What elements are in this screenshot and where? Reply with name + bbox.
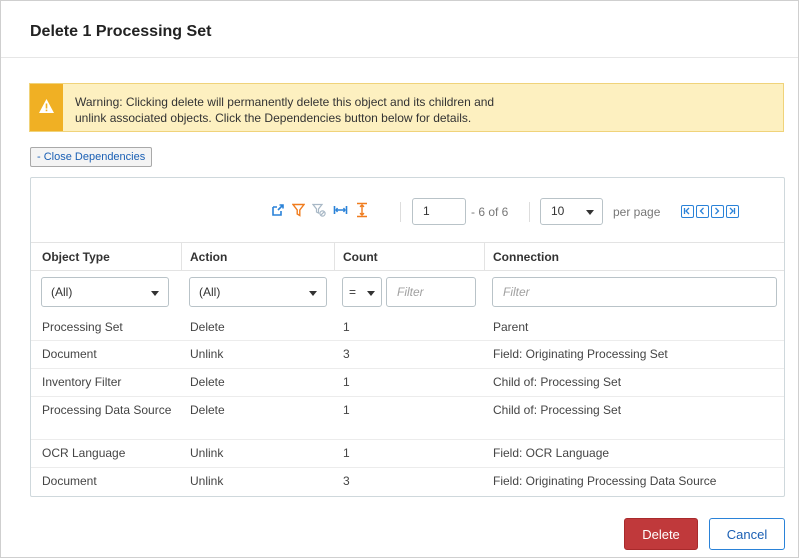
chevron-down-icon xyxy=(367,291,375,296)
warning-text: Warning: Clicking delete will permanentl… xyxy=(75,94,775,126)
title-divider xyxy=(1,57,798,58)
toolbar-divider xyxy=(529,202,530,222)
close-dependencies-button[interactable]: - Close Dependencies xyxy=(30,147,153,167)
cell-connection: Field: Originating Processing Set xyxy=(493,347,668,361)
cell-object-type: OCR Language xyxy=(42,446,126,460)
table-row[interactable]: Document Unlink 3 Field: Originating Pro… xyxy=(31,341,784,369)
chevron-down-icon xyxy=(151,291,159,296)
cell-connection: Field: Originating Processing Data Sourc… xyxy=(493,474,717,488)
warning-icon xyxy=(30,84,63,131)
per-page-select[interactable]: 10 xyxy=(540,198,603,225)
cell-count: 1 xyxy=(343,320,350,334)
dependencies-panel: 1 - 6 of 6 10 per page Object Type Actio… xyxy=(30,177,785,497)
filter-icon[interactable] xyxy=(291,203,306,220)
delete-dialog: Delete 1 Processing Set Warning: Clickin… xyxy=(0,0,799,558)
cell-connection: Child of: Processing Set xyxy=(493,403,622,417)
cell-action: Delete xyxy=(190,375,225,389)
cell-action: Delete xyxy=(190,320,225,334)
table-row[interactable]: Processing Set Delete 1 Parent xyxy=(31,314,784,341)
warning-line-1: Warning: Clicking delete will permanentl… xyxy=(75,95,495,109)
cell-count: 1 xyxy=(343,446,350,460)
warning-banner: Warning: Clicking delete will permanentl… xyxy=(29,83,784,132)
per-page-label: per page xyxy=(613,205,661,219)
cell-object-type: Inventory Filter xyxy=(42,375,122,389)
cell-object-type: Processing Data Source xyxy=(42,403,172,417)
column-header-count[interactable]: Count xyxy=(343,250,378,264)
delete-button[interactable]: Delete xyxy=(624,518,698,550)
page-number-input[interactable]: 1 xyxy=(412,198,466,225)
table-body: Processing Set Delete 1 Parent Document … xyxy=(31,314,784,496)
connection-filter-input[interactable]: Filter xyxy=(492,277,777,307)
dialog-title: Delete 1 Processing Set xyxy=(30,23,212,40)
toolbar-divider xyxy=(400,202,401,222)
table-row[interactable]: OCR Language Unlink 1 Field: OCR Languag… xyxy=(31,440,784,468)
column-divider xyxy=(334,242,335,271)
action-filter-select[interactable]: (All) xyxy=(189,277,327,307)
cell-count: 3 xyxy=(343,474,350,488)
cell-connection: Child of: Processing Set xyxy=(493,375,622,389)
pager xyxy=(681,205,739,218)
cell-count: 1 xyxy=(343,403,350,417)
column-header-action[interactable]: Action xyxy=(190,250,227,264)
table-row[interactable]: Document Unlink 3 Field: Originating Pro… xyxy=(31,468,784,496)
clear-filter-icon[interactable] xyxy=(311,203,326,220)
count-operator-value: = xyxy=(349,285,357,299)
count-filter-input[interactable]: Filter xyxy=(386,277,476,307)
fit-columns-icon[interactable] xyxy=(333,203,348,220)
chevron-down-icon xyxy=(586,210,594,215)
first-page-icon[interactable] xyxy=(681,205,694,218)
table-header: Object Type Action Count Connection xyxy=(31,242,784,271)
cell-connection: Parent xyxy=(493,320,529,334)
cell-action: Unlink xyxy=(190,446,224,460)
column-header-connection[interactable]: Connection xyxy=(493,250,559,264)
warning-line-2: unlink associated objects. Click the Dep… xyxy=(75,111,472,125)
cell-object-type: Document xyxy=(42,347,97,361)
previous-page-icon[interactable] xyxy=(696,205,709,218)
column-header-object-type[interactable]: Object Type xyxy=(42,250,110,264)
fit-rows-icon[interactable] xyxy=(355,202,369,221)
per-page-value: 10 xyxy=(551,204,565,218)
cell-count: 1 xyxy=(343,375,350,389)
cell-object-type: Processing Set xyxy=(42,320,123,334)
count-operator-select[interactable]: = xyxy=(342,277,382,307)
object-type-filter-value: (All) xyxy=(51,285,73,299)
last-page-icon[interactable] xyxy=(726,205,739,218)
cell-object-type: Document xyxy=(42,474,97,488)
table-row[interactable]: Inventory Filter Delete 1 Child of: Proc… xyxy=(31,369,784,397)
page-range-text: - 6 of 6 xyxy=(471,205,509,219)
cancel-button[interactable]: Cancel xyxy=(709,518,785,550)
cell-connection: Field: OCR Language xyxy=(493,446,610,460)
cell-action: Delete xyxy=(190,403,225,417)
grid-toolbar xyxy=(271,202,369,221)
column-divider xyxy=(484,242,485,271)
action-filter-value: (All) xyxy=(199,285,221,299)
filter-row: (All) (All) = Filter Filter xyxy=(31,271,784,311)
cell-action: Unlink xyxy=(190,474,224,488)
table-row[interactable]: Processing Data Source Delete 1 Child of… xyxy=(31,397,784,440)
column-divider xyxy=(181,242,182,271)
cell-action: Unlink xyxy=(190,347,224,361)
export-icon[interactable] xyxy=(271,203,285,220)
chevron-down-icon xyxy=(309,291,317,296)
cell-count: 3 xyxy=(343,347,350,361)
object-type-filter-select[interactable]: (All) xyxy=(41,277,169,307)
next-page-icon[interactable] xyxy=(711,205,724,218)
